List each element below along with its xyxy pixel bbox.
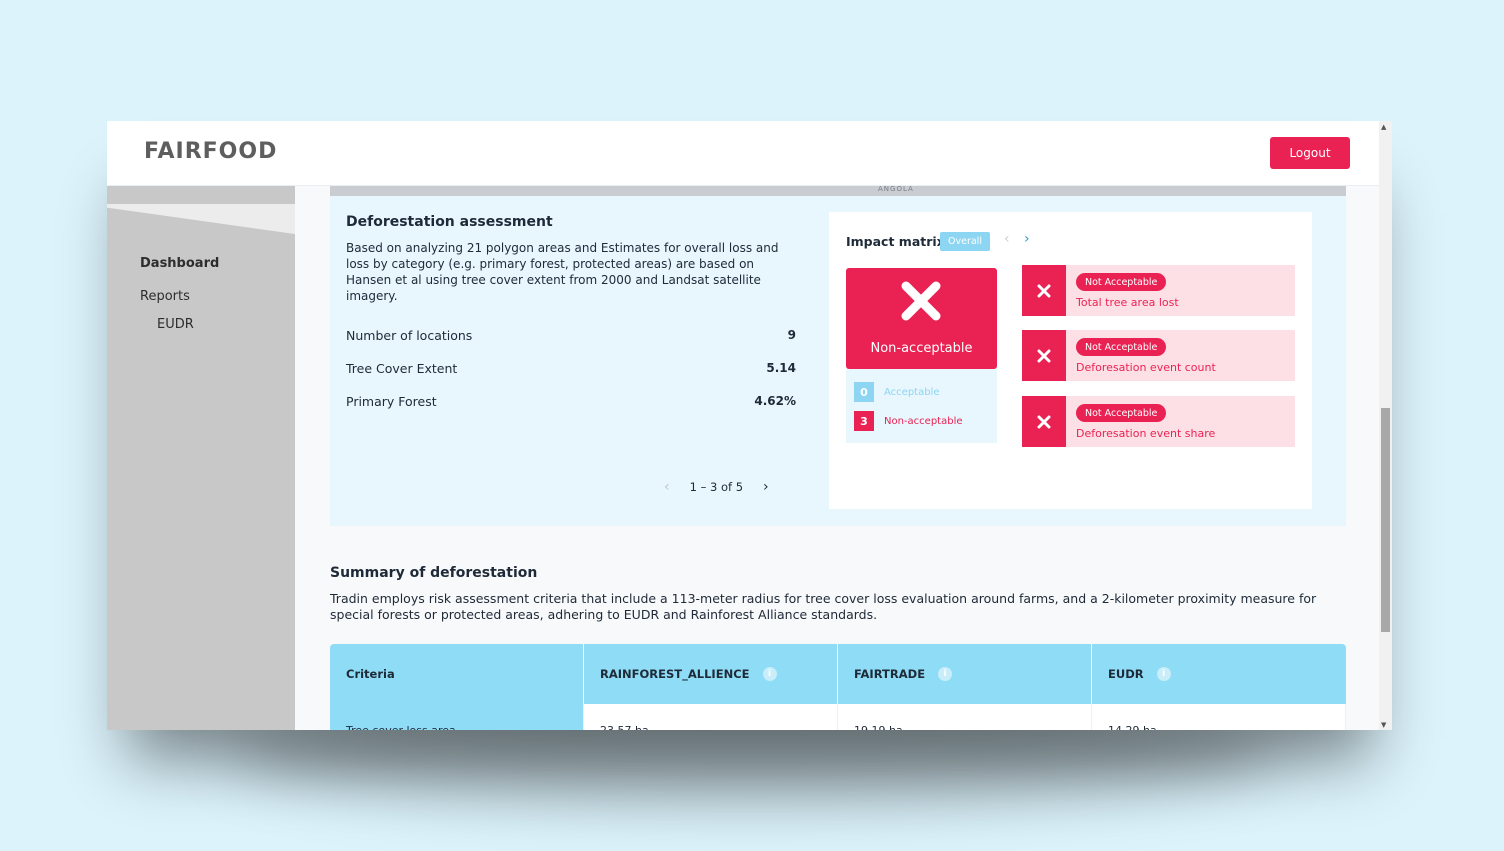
column-header-label: Criteria bbox=[346, 667, 395, 681]
info-icon[interactable]: i bbox=[938, 667, 953, 681]
info-icon[interactable]: i bbox=[762, 667, 777, 681]
non-acceptable-label: Non-acceptable bbox=[884, 415, 963, 427]
acceptable-count: 0 bbox=[854, 382, 874, 402]
stat-label: Number of locations bbox=[346, 328, 473, 343]
criteria-card: Not Acceptable Deforesation event count bbox=[1022, 330, 1295, 381]
close-icon bbox=[1022, 396, 1066, 447]
stat-row: Tree Cover Extent 5.14 bbox=[346, 361, 796, 376]
overall-status-label: Non-acceptable bbox=[870, 341, 973, 356]
scroll-up-icon[interactable]: ▲ bbox=[1381, 123, 1386, 131]
criteria-label: Deforesation event count bbox=[1076, 361, 1216, 374]
vertical-scrollbar[interactable]: ▲ ▼ bbox=[1379, 121, 1392, 730]
acceptable-label: Acceptable bbox=[884, 386, 940, 398]
top-header: FAIRFOOD Logout bbox=[107, 121, 1379, 186]
scroll-down-icon[interactable]: ▼ bbox=[1381, 721, 1386, 729]
sidebar-item-dashboard[interactable]: Dashboard bbox=[140, 256, 219, 271]
close-icon bbox=[1022, 265, 1066, 316]
table-cell: 14.29 ha bbox=[1092, 704, 1346, 730]
column-header: RAINFOREST_ALLIENCE i bbox=[584, 644, 838, 704]
pagination-label: 1 – 3 of 5 bbox=[689, 480, 744, 494]
acceptable-count-row: 0 Acceptable bbox=[854, 382, 940, 402]
stat-row: Number of locations 9 bbox=[346, 328, 796, 343]
sidebar-item-eudr[interactable]: EUDR bbox=[157, 317, 194, 332]
table-row: Tree cover loss area 23.57 ha 19.19 ha 1… bbox=[330, 704, 1346, 730]
column-header-label: EUDR bbox=[1108, 667, 1144, 681]
summary-description: Tradin employs risk assessment criteria … bbox=[330, 591, 1317, 622]
logout-button[interactable]: Logout bbox=[1270, 137, 1350, 169]
stat-value: 5.14 bbox=[766, 361, 796, 375]
sidebar-item-reports[interactable]: Reports bbox=[140, 289, 190, 304]
status-counts: 0 Acceptable 3 Non-acceptable bbox=[846, 369, 997, 443]
criteria-card: Not Acceptable Deforesation event share bbox=[1022, 396, 1295, 447]
chevron-left-icon[interactable]: ‹ bbox=[664, 479, 670, 495]
scrollbar-thumb[interactable] bbox=[1381, 408, 1390, 632]
impact-matrix-card: Impact matrix Overall ‹ › Non-acceptable… bbox=[829, 212, 1312, 509]
chevron-left-icon[interactable]: ‹ bbox=[1004, 231, 1010, 247]
close-icon bbox=[901, 281, 941, 321]
stats-pagination: ‹ 1 – 3 of 5 › bbox=[664, 479, 769, 495]
status-badge: Not Acceptable bbox=[1076, 273, 1167, 291]
criteria-table-header: Criteria RAINFOREST_ALLIENCE i FAIRTRADE… bbox=[330, 644, 1346, 704]
assessment-description: Based on analyzing 21 polygon areas and … bbox=[346, 241, 779, 303]
sidebar: Dashboard Reports EUDR bbox=[107, 186, 295, 730]
table-cell: Tree cover loss area bbox=[330, 704, 584, 730]
column-header: FAIRTRADE i bbox=[838, 644, 1092, 704]
info-icon[interactable]: i bbox=[1156, 667, 1171, 681]
column-header-label: RAINFOREST_ALLIENCE bbox=[600, 667, 750, 681]
stat-value: 4.62% bbox=[754, 394, 796, 408]
fairfood-logo: FAIRFOOD bbox=[144, 139, 278, 164]
overall-badge[interactable]: Overall bbox=[940, 232, 990, 251]
status-badge: Not Acceptable bbox=[1076, 404, 1167, 422]
non-acceptable-count: 3 bbox=[854, 411, 874, 431]
criteria-card: Not Acceptable Total tree area lost bbox=[1022, 265, 1295, 316]
criteria-label: Deforesation event share bbox=[1076, 427, 1216, 440]
assessment-title: Deforestation assessment bbox=[346, 214, 553, 230]
column-header: Criteria bbox=[330, 644, 584, 704]
chevron-right-icon[interactable]: › bbox=[763, 479, 769, 495]
stat-value: 9 bbox=[787, 328, 796, 342]
impact-matrix-title: Impact matrix bbox=[846, 234, 945, 249]
app-window: FAIRFOOD Logout Dashboard Reports EUDR A… bbox=[107, 121, 1392, 730]
stat-row: Primary Forest 4.62% bbox=[346, 394, 796, 409]
chevron-right-icon[interactable]: › bbox=[1024, 231, 1030, 247]
table-cell: 19.19 ha bbox=[838, 704, 1092, 730]
sidebar-decoration bbox=[107, 204, 295, 234]
column-header-label: FAIRTRADE bbox=[854, 667, 926, 681]
stat-label: Primary Forest bbox=[346, 394, 437, 409]
table-cell: 23.57 ha bbox=[584, 704, 838, 730]
map-strip: ANGOLA bbox=[330, 185, 1346, 196]
non-acceptable-count-row: 3 Non-acceptable bbox=[854, 411, 963, 431]
summary-title: Summary of deforestation bbox=[330, 565, 538, 581]
column-header: EUDR i bbox=[1092, 644, 1346, 704]
stat-label: Tree Cover Extent bbox=[346, 361, 458, 376]
overall-status-card: Non-acceptable bbox=[846, 268, 997, 369]
close-icon bbox=[1022, 330, 1066, 381]
status-badge: Not Acceptable bbox=[1076, 338, 1167, 356]
criteria-label: Total tree area lost bbox=[1076, 296, 1179, 309]
map-label: ANGOLA bbox=[878, 185, 914, 193]
